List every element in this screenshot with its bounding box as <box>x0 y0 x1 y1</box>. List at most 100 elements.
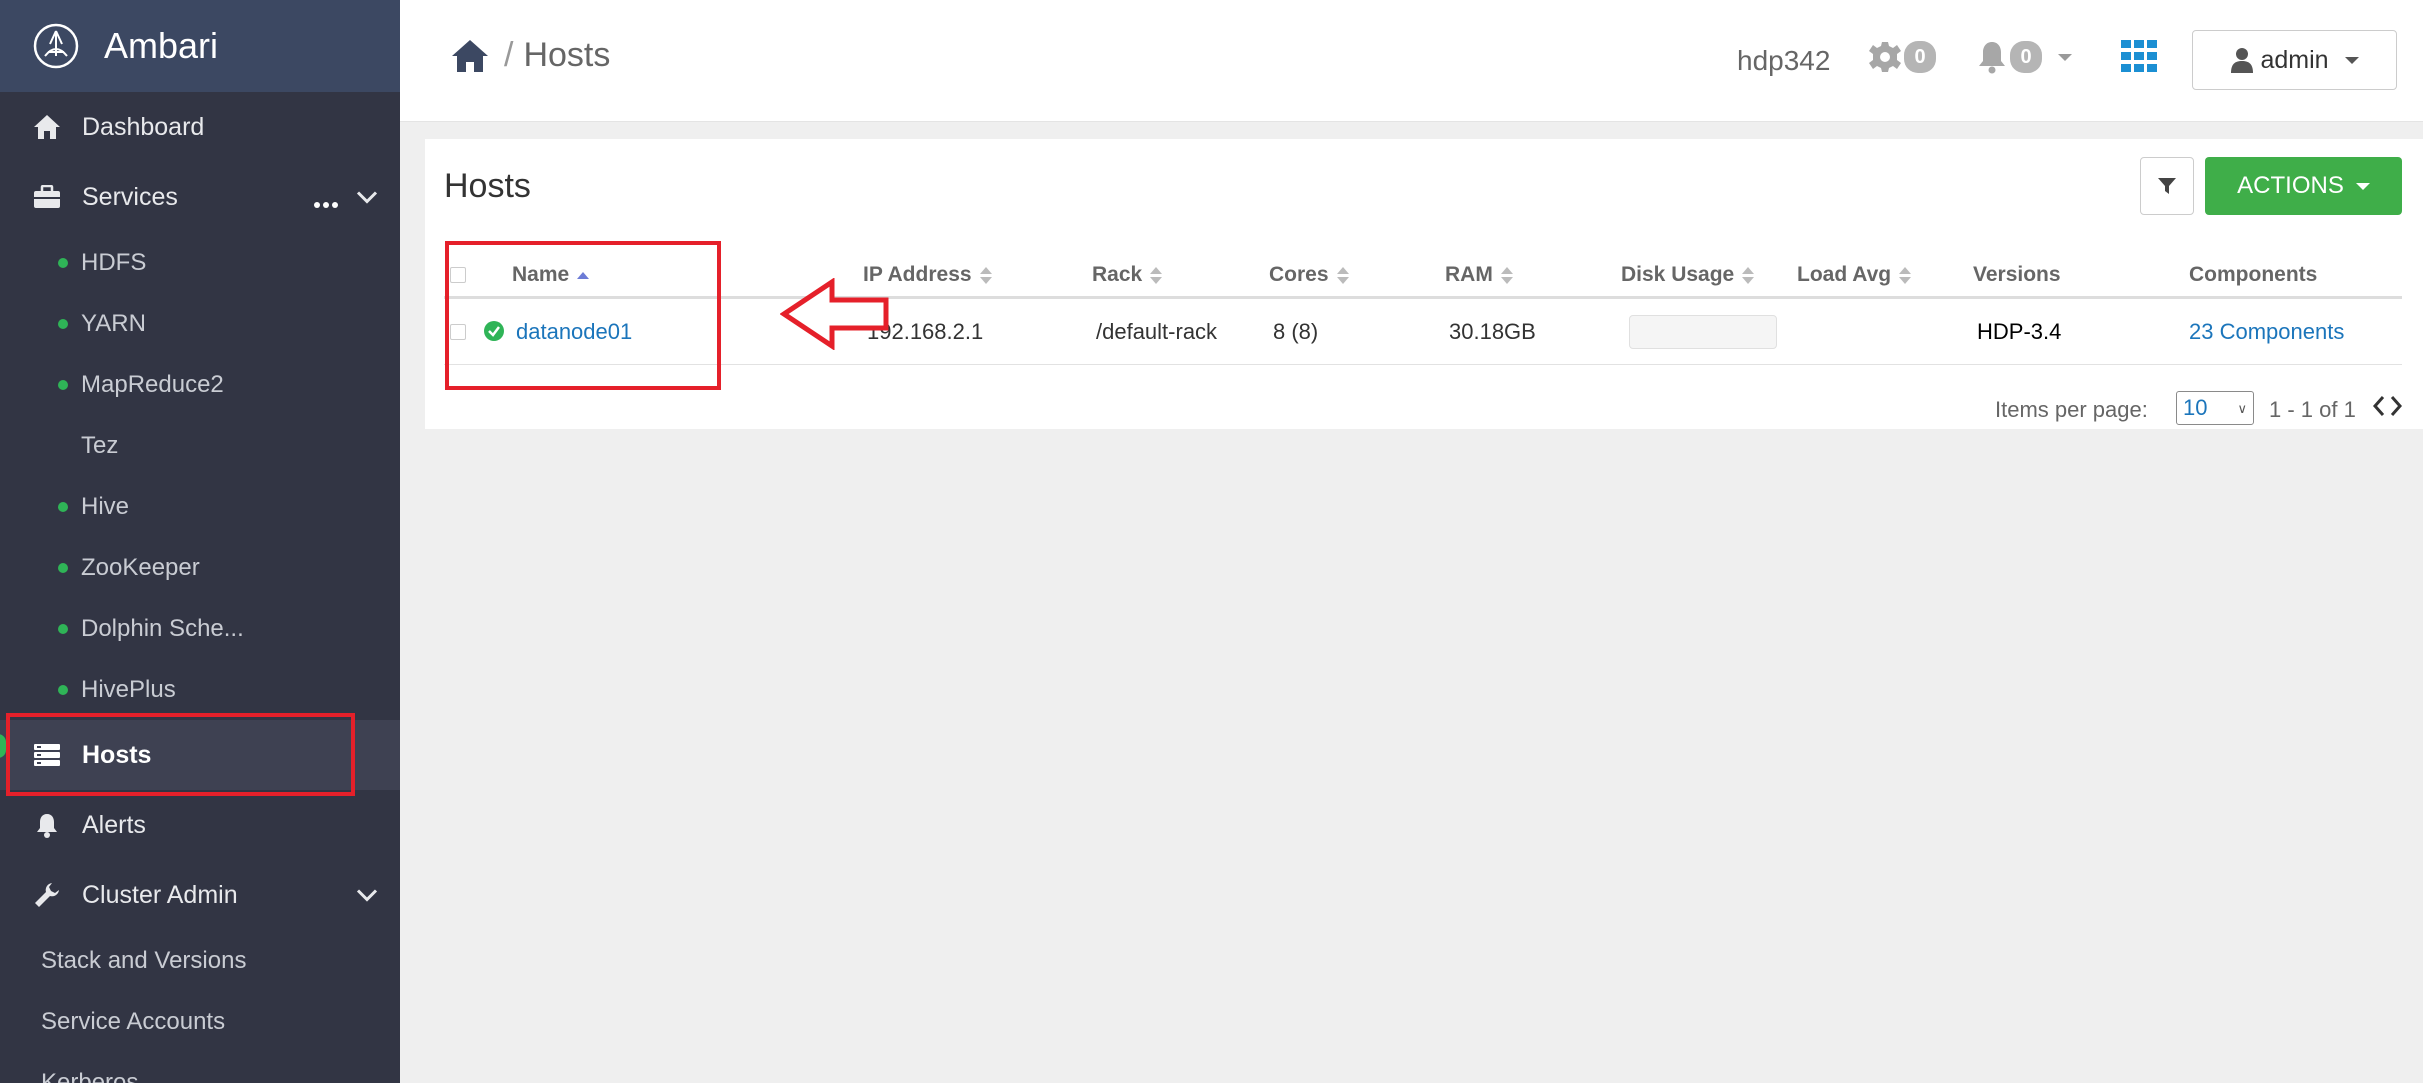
column-header-versions: Versions <box>1973 263 2061 286</box>
sort-icon <box>1742 266 1755 284</box>
alerts-dropdown[interactable]: 0 <box>1976 40 2072 74</box>
home-icon[interactable] <box>450 38 490 74</box>
annotation-box-hosts <box>6 713 355 796</box>
home-icon <box>32 112 62 142</box>
sidebar-item-label: ZooKeeper <box>81 553 200 581</box>
host-ram: 30.18GB <box>1449 319 1536 344</box>
grid-icon <box>2121 40 2157 72</box>
sidebar-item-tez[interactable]: Tez <box>0 415 400 476</box>
pagination: Items per page: 10 ∨ 1 - 1 of 1 <box>444 389 2403 429</box>
column-header-disk-usage[interactable]: Disk Usage <box>1621 263 1755 287</box>
sort-icon <box>1899 266 1912 284</box>
host-components-link[interactable]: 23 Components <box>2189 319 2344 345</box>
sidebar-item-services[interactable]: Services <box>0 162 400 232</box>
sidebar-item-stack-and-versions[interactable]: Stack and Versions <box>0 930 400 991</box>
chevron-right-icon[interactable] <box>2389 395 2403 417</box>
page-title: Hosts <box>444 167 531 205</box>
chevron-down-icon: ∨ <box>2237 401 2247 416</box>
bell-icon <box>32 810 62 840</box>
sort-icon <box>1150 266 1163 284</box>
cluster-name[interactable]: hdp342 <box>1737 45 1830 77</box>
sidebar-item-hiveplus[interactable]: HivePlus <box>0 659 400 720</box>
column-header-ram[interactable]: RAM <box>1445 263 1513 287</box>
views-menu-button[interactable] <box>2121 40 2157 72</box>
brand-header[interactable]: Ambari <box>0 0 400 92</box>
page-info: 1 - 1 of 1 <box>2269 397 2356 422</box>
actions-button[interactable]: ACTIONS <box>2205 157 2402 215</box>
chevron-left-icon[interactable] <box>2372 395 2386 417</box>
sidebar-item-yarn[interactable]: YARN <box>0 293 400 354</box>
hosts-table: Name IP Address Rack Cores RAM Disk Usag… <box>444 251 2403 425</box>
chevron-down-icon <box>2058 53 2072 61</box>
table-row: datanode01 192.168.2.1 /default-rack 8 (… <box>444 299 2402 365</box>
sidebar-item-service-accounts[interactable]: Service Accounts <box>0 991 400 1052</box>
host-rack: /default-rack <box>1096 319 1218 344</box>
chevron-down-icon[interactable] <box>356 881 378 910</box>
filter-button[interactable] <box>2140 157 2194 215</box>
sidebar-item-label: Hive <box>81 492 130 520</box>
sidebar-item-zookeeper[interactable]: ZooKeeper <box>0 537 400 598</box>
column-header-components: Components <box>2189 263 2318 286</box>
status-dot-icon <box>58 684 68 695</box>
status-dot-icon <box>58 501 68 512</box>
disk-usage-bar <box>1629 315 1777 349</box>
sidebar-item-hdfs[interactable]: HDFS <box>0 232 400 293</box>
status-dot-icon <box>58 562 68 573</box>
chevron-down-icon <box>2355 182 2370 190</box>
sort-icon <box>1500 266 1513 284</box>
brand-name: Ambari <box>104 25 219 66</box>
sidebar-item-label: HDFS <box>81 248 147 276</box>
host-cores: 8 (8) <box>1273 319 1319 344</box>
sidebar-item-label: MapReduce2 <box>81 370 224 398</box>
sidebar-item-kerberos[interactable]: Kerberos <box>0 1052 400 1083</box>
sidebar-item-label: Service Accounts <box>41 1007 226 1035</box>
more-actions-icon[interactable] <box>314 202 338 208</box>
ambari-logo-icon <box>33 23 79 69</box>
sidebar-item-label: Kerberos <box>41 1068 139 1083</box>
sidebar-item-label: HivePlus <box>81 675 176 703</box>
breadcrumb: / Hosts <box>450 36 610 75</box>
sidebar: Ambari Dashboard Services HDFS YARN MapR… <box>0 0 400 1083</box>
status-dot-icon <box>58 379 68 390</box>
ops-count-badge: 0 <box>1904 41 1936 73</box>
sidebar-item-dolphinscheduler[interactable]: Dolphin Sche... <box>0 598 400 659</box>
sidebar-item-dashboard[interactable]: Dashboard <box>0 92 400 162</box>
sidebar-item-hive[interactable]: Hive <box>0 476 400 537</box>
bell-icon <box>1979 42 2005 74</box>
sort-icon <box>1336 266 1349 284</box>
briefcase-icon <box>32 182 62 212</box>
column-header-load-avg[interactable]: Load Avg <box>1797 263 1912 287</box>
sidebar-item-label: YARN <box>81 309 146 337</box>
user-name: admin <box>2260 45 2329 74</box>
items-per-page-select[interactable]: 10 ∨ <box>2176 391 2254 425</box>
sidebar-item-label: Cluster Admin <box>82 880 238 909</box>
table-header-row: Name IP Address Rack Cores RAM Disk Usag… <box>444 251 2402 299</box>
column-header-cores[interactable]: Cores <box>1269 263 1349 287</box>
filter-icon <box>2158 178 2176 194</box>
user-menu-button[interactable]: admin <box>2192 30 2397 90</box>
annotation-box-host-name <box>445 241 721 390</box>
chevron-down-icon <box>2344 56 2359 64</box>
sidebar-item-label: Dolphin Sche... <box>81 614 244 642</box>
breadcrumb-current: Hosts <box>523 36 611 74</box>
column-header-rack[interactable]: Rack <box>1092 263 1163 287</box>
status-dot-icon <box>58 623 68 634</box>
background-ops-button[interactable]: 0 <box>1868 40 1936 74</box>
sidebar-item-label: Alerts <box>82 810 146 839</box>
status-dot-icon <box>58 257 68 268</box>
sort-icon <box>979 266 992 284</box>
sidebar-item-alerts[interactable]: Alerts <box>0 790 400 860</box>
top-header: / Hosts hdp342 0 0 admin <box>400 0 2423 122</box>
sidebar-item-cluster-admin[interactable]: Cluster Admin <box>0 860 400 930</box>
wrench-icon <box>32 880 62 910</box>
annotation-arrow-icon <box>780 278 889 350</box>
actions-label: ACTIONS <box>2237 172 2344 199</box>
sidebar-item-label: Stack and Versions <box>41 946 247 974</box>
sidebar-item-mapreduce2[interactable]: MapReduce2 <box>0 354 400 415</box>
gear-icon <box>1869 42 1901 72</box>
hosts-panel: Hosts ACTIONS Name IP Address Rack Cores… <box>425 139 2423 429</box>
sidebar-item-label: Services <box>82 182 178 211</box>
alerts-count-badge: 0 <box>2010 41 2042 73</box>
chevron-down-icon[interactable] <box>356 183 378 212</box>
status-dot-icon <box>58 318 68 329</box>
